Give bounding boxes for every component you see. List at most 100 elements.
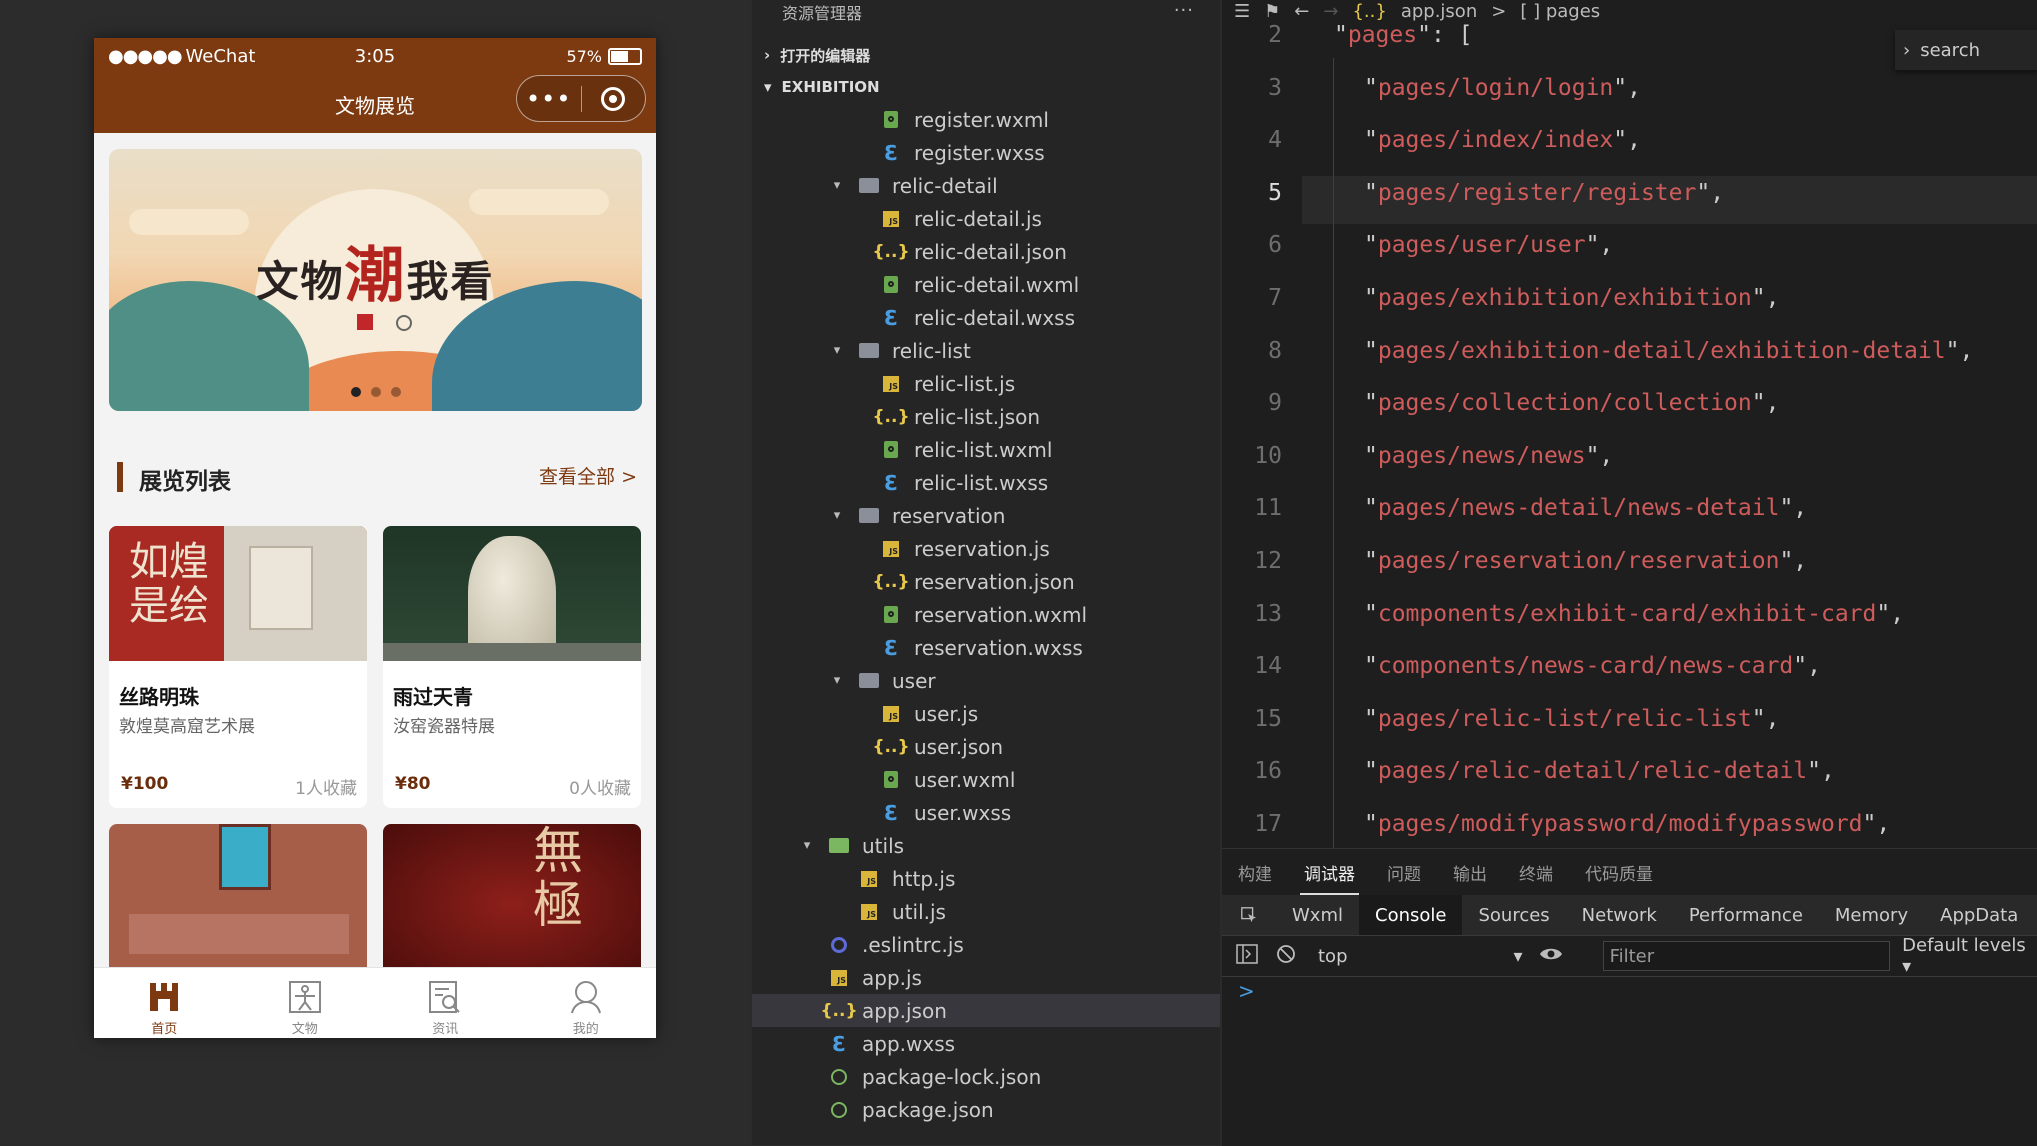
eye-icon[interactable]	[1539, 946, 1563, 966]
exhibition-card[interactable]	[109, 824, 367, 984]
workspace-section[interactable]: ▾ EXHIBITION	[764, 72, 880, 102]
carousel-dot[interactable]	[350, 387, 361, 397]
code-line[interactable]: "pages/relic-list/relic-list",	[1364, 706, 1779, 732]
carousel-dot[interactable]	[370, 387, 381, 397]
tree-file[interactable]: package-lock.json	[752, 1060, 1220, 1093]
carousel-dot[interactable]	[390, 387, 401, 397]
panel-tab[interactable]: 代码质量	[1569, 849, 1669, 895]
tree-file[interactable]: relic-detail.wxml	[752, 268, 1220, 301]
tree-file[interactable]: {..} relic-detail.json	[752, 235, 1220, 268]
bookmark-icon[interactable]: ⚑	[1264, 1, 1280, 22]
chevron-down-icon[interactable]: ▾	[830, 343, 844, 358]
devtools-tab[interactable]: AppData	[1924, 895, 2034, 935]
more-menu-button[interactable]: •••	[517, 85, 581, 113]
devtools-tab[interactable]: Network	[1566, 895, 1673, 935]
code-line[interactable]: "pages/exhibition-detail/exhibition-deta…	[1364, 338, 1973, 364]
inspect-element-icon[interactable]	[1222, 895, 1276, 935]
exhibition-card[interactable]: 無極	[383, 824, 641, 984]
tree-file[interactable]: Ɛregister.wxss	[752, 136, 1220, 169]
devtools-tab[interactable]: Wxml	[1276, 895, 1359, 935]
close-miniprogram-button[interactable]	[582, 86, 646, 111]
tree-folder[interactable]: ▾ reservation	[752, 499, 1220, 532]
tree-file[interactable]: JS relic-detail.js	[752, 202, 1220, 235]
open-editors-section[interactable]: › 打开的编辑器	[764, 40, 870, 70]
find-input[interactable]: search	[1920, 40, 1980, 61]
tree-file[interactable]: user.wxml	[752, 763, 1220, 796]
tree-file[interactable]: JS user.js	[752, 697, 1220, 730]
devtools-tab[interactable]: Sources	[1462, 895, 1565, 935]
carousel-indicator[interactable]	[109, 387, 642, 397]
breadcrumb-node[interactable]: [ ] pages	[1520, 1, 1600, 22]
find-widget[interactable]: › search	[1895, 30, 2037, 70]
code-line[interactable]: "pages/news-detail/news-detail",	[1364, 495, 1807, 521]
tree-file[interactable]: relic-list.wxml	[752, 433, 1220, 466]
banner-carousel[interactable]: 文物潮我看	[109, 149, 642, 411]
panel-tab[interactable]: 调试器	[1288, 849, 1371, 895]
tree-file[interactable]: .eslintrc.js	[752, 928, 1220, 961]
panel-tab[interactable]: 问题	[1371, 849, 1437, 895]
view-all-link[interactable]: 查看全部 >	[539, 462, 637, 489]
context-select[interactable]: top ▾	[1318, 946, 1531, 967]
tree-file[interactable]: {..} reservation.json	[752, 565, 1220, 598]
tree-file[interactable]: JS reservation.js	[752, 532, 1220, 565]
code-line[interactable]: "pages/reservation/reservation",	[1364, 548, 1807, 574]
chevron-down-icon[interactable]: ▾	[830, 673, 844, 688]
tree-file[interactable]: reservation.wxml	[752, 598, 1220, 631]
chevron-down-icon[interactable]: ▾	[830, 178, 844, 193]
clear-console-icon[interactable]	[1276, 944, 1296, 968]
devtools-tab[interactable]: Memory	[1819, 895, 1924, 935]
tree-file[interactable]: Ɛuser.wxss	[752, 796, 1220, 829]
chevron-right-icon[interactable]: ›	[1903, 40, 1910, 61]
sidebar-toggle-icon[interactable]	[1236, 944, 1258, 968]
tree-file[interactable]: JS relic-list.js	[752, 367, 1220, 400]
tab-profile[interactable]: 我的	[516, 968, 657, 1038]
list-icon[interactable]: ☰	[1234, 1, 1250, 22]
devtools-tab[interactable]: Performance	[1673, 895, 1819, 935]
code-line[interactable]: "pages/index/index",	[1364, 127, 1641, 153]
tree-file[interactable]: Ɛrelic-list.wxss	[752, 466, 1220, 499]
code-line[interactable]: "pages/modifypassword/modifypassword",	[1364, 811, 1890, 837]
tree-file[interactable]: JS app.js	[752, 961, 1220, 994]
chevron-down-icon[interactable]: ▾	[830, 508, 844, 523]
code-line[interactable]: "pages/relic-detail/relic-detail",	[1364, 758, 1835, 784]
log-levels-select[interactable]: Default levels ▾	[1902, 935, 2037, 977]
tree-folder[interactable]: ▾ utils	[752, 829, 1220, 862]
chevron-down-icon[interactable]: ▾	[800, 838, 814, 853]
code-line[interactable]: "pages/user/user",	[1364, 232, 1613, 258]
explorer-more-button[interactable]: ···	[1174, 0, 1194, 21]
tab-home[interactable]: 首页	[94, 968, 235, 1038]
panel-tab[interactable]: 终端	[1503, 849, 1569, 895]
exhibition-card[interactable]: 如煌是绘 丝路明珠 敦煌莫高窟艺术展 ¥100 1人收藏	[109, 526, 367, 808]
tab-relics[interactable]: 文物	[235, 968, 376, 1038]
panel-tab[interactable]: 构建	[1222, 849, 1288, 895]
code-line[interactable]: "pages/login/login",	[1364, 75, 1641, 101]
tree-file[interactable]: {..} app.json	[752, 994, 1220, 1027]
breadcrumb-file[interactable]: app.json	[1401, 1, 1477, 22]
back-arrow-icon[interactable]: ←	[1294, 1, 1309, 22]
forward-arrow-icon[interactable]: →	[1323, 1, 1338, 22]
tree-folder[interactable]: ▾ user	[752, 664, 1220, 697]
tree-file[interactable]: {..} user.json	[752, 730, 1220, 763]
tree-file[interactable]: JS util.js	[752, 895, 1220, 928]
exhibition-card[interactable]: 雨过天青 汝窑瓷器特展 ¥80 0人收藏	[383, 526, 641, 808]
code-line[interactable]: "pages/exhibition/exhibition",	[1364, 285, 1779, 311]
tree-folder[interactable]: ▾ relic-list	[752, 334, 1220, 367]
code-line[interactable]: "pages": [	[1334, 22, 1473, 48]
console-prompt[interactable]: >	[1238, 979, 1255, 1003]
filter-input[interactable]: Filter	[1602, 941, 1891, 971]
tree-folder[interactable]: ▾ relic-detail	[752, 169, 1220, 202]
tree-file[interactable]: package.json	[752, 1093, 1220, 1126]
tree-file[interactable]: register.wxml	[752, 103, 1220, 136]
code-line[interactable]: "components/exhibit-card/exhibit-card",	[1364, 601, 1904, 627]
tree-file[interactable]: {..} relic-list.json	[752, 400, 1220, 433]
tree-file[interactable]: Ɛreservation.wxss	[752, 631, 1220, 664]
code-line[interactable]: "pages/register/register",	[1364, 180, 1724, 206]
code-line[interactable]: "pages/news/news",	[1364, 443, 1613, 469]
panel-tab[interactable]: 输出	[1437, 849, 1503, 895]
devtools-tab[interactable]: Console	[1359, 895, 1463, 935]
code-line[interactable]: "pages/collection/collection",	[1364, 390, 1779, 416]
tree-file[interactable]: Ɛrelic-detail.wxss	[752, 301, 1220, 334]
tree-file[interactable]: Ɛapp.wxss	[752, 1027, 1220, 1060]
tab-news[interactable]: 资讯	[375, 968, 516, 1038]
code-line[interactable]: "components/news-card/news-card",	[1364, 653, 1821, 679]
